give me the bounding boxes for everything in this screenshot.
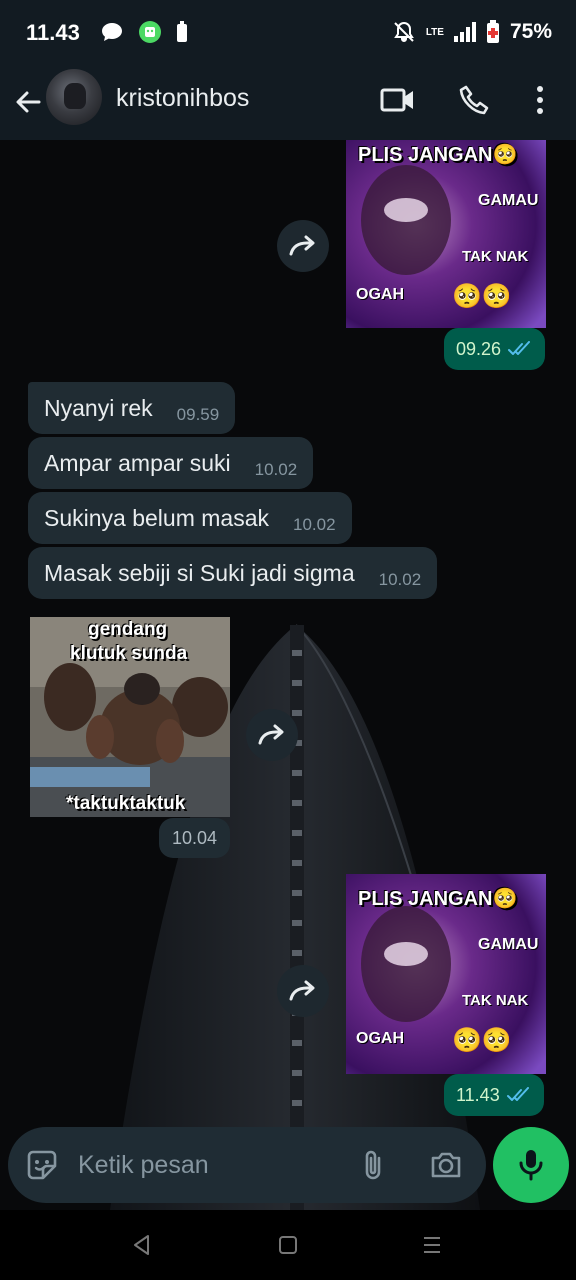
voice-call-icon xyxy=(459,85,489,115)
read-ticks-icon xyxy=(508,341,531,355)
nav-recents-icon xyxy=(424,1237,440,1253)
mute-bell-icon xyxy=(393,21,414,42)
message-time: 09.59 xyxy=(176,405,220,424)
meme-caption-bottom: *taktuktaktuk xyxy=(66,793,186,814)
chat-header: kristonihbos xyxy=(0,64,576,140)
contact-name[interactable]: kristonihbos xyxy=(116,84,249,113)
message-time-pill: 11.43 xyxy=(444,1074,544,1116)
meme-caption: TAK NAK xyxy=(462,992,529,1009)
message-time: 10.04 xyxy=(172,827,218,848)
meme-caption: OGAH xyxy=(356,286,404,303)
message-time-pill: 09.26 xyxy=(444,328,546,370)
incoming-message[interactable]: Sukinya belum masak 10.02 xyxy=(28,492,352,544)
message-time: 09.26 xyxy=(456,338,502,359)
battery-percent: 75% xyxy=(509,20,552,43)
message-time: 11.43 xyxy=(456,1084,500,1105)
chat-notification-icon xyxy=(102,23,122,41)
battery-icon xyxy=(486,20,499,43)
message-text: Sukinya belum masak xyxy=(44,504,269,531)
voice-call-button[interactable] xyxy=(454,80,494,120)
meme-caption-top: klutuk sunda xyxy=(70,643,188,664)
forward-icon xyxy=(289,235,315,256)
message-time: 10.02 xyxy=(254,460,298,479)
more-options-button[interactable] xyxy=(520,80,560,120)
incoming-message[interactable]: Masak sebiji si Suki jadi sigma 10.02 xyxy=(28,547,438,599)
forward-icon xyxy=(258,724,284,745)
message-text: Ampar ampar suki xyxy=(44,449,231,476)
incoming-message[interactable]: Nyanyi rek 09.59 xyxy=(28,382,236,434)
meme-caption: TAK NAK xyxy=(462,248,529,265)
read-ticks-icon xyxy=(506,1087,529,1101)
message-text: Nyanyi rek xyxy=(44,394,153,421)
meme-caption-top: PLIS JANGAN🥺 xyxy=(358,144,518,166)
system-navigation-bar xyxy=(0,1210,576,1280)
status-time: 11.43 xyxy=(26,20,80,45)
incoming-image-message[interactable]: gendang klutuk sunda *taktuktaktuk xyxy=(30,617,230,817)
outgoing-image-message[interactable]: PLIS JANGAN🥺 GAMAU TAK NAK OGAH 🥺🥺 xyxy=(346,140,546,328)
more-options-icon xyxy=(537,86,543,114)
nav-recents-button[interactable] xyxy=(412,1230,452,1260)
sticker-icon xyxy=(27,1150,57,1180)
battery-saver-icon xyxy=(177,21,187,42)
forward-button[interactable] xyxy=(277,220,329,272)
message-composer: Ketik pesan xyxy=(8,1127,486,1203)
message-text: Masak sebiji si Suki jadi sigma xyxy=(44,559,355,586)
attach-button[interactable] xyxy=(353,1145,393,1185)
back-button[interactable] xyxy=(10,82,46,122)
status-notification-icons xyxy=(100,20,188,44)
meme-emoji: 🥺🥺 xyxy=(452,1027,512,1054)
message-time-pill: 10.04 xyxy=(159,818,231,858)
sticker-button[interactable] xyxy=(22,1145,62,1185)
status-system-icons: LTE 75% xyxy=(392,20,552,44)
app-notification-icon xyxy=(139,21,161,43)
video-call-button[interactable] xyxy=(378,80,418,120)
camera-button[interactable] xyxy=(426,1145,466,1185)
video-call-icon xyxy=(380,88,413,112)
camera-icon xyxy=(431,1152,461,1178)
nav-back-icon xyxy=(134,1235,149,1255)
status-bar: 11.43 LTE 75% xyxy=(0,0,576,64)
message-input[interactable]: Ketik pesan xyxy=(78,1151,209,1180)
microphone-icon xyxy=(519,1150,543,1181)
forward-icon xyxy=(289,980,315,1001)
message-time: 10.02 xyxy=(293,515,336,534)
chat-area[interactable]: PLIS JANGAN🥺 GAMAU TAK NAK OGAH 🥺🥺 09.26… xyxy=(0,140,576,1210)
nav-home-button[interactable] xyxy=(268,1230,308,1260)
meme-emoji: 🥺🥺 xyxy=(452,283,512,310)
network-label: LTE xyxy=(425,26,444,38)
forward-button[interactable] xyxy=(277,965,329,1017)
meme-caption-top: gendang xyxy=(88,619,168,640)
meme-caption: OGAH xyxy=(356,1030,404,1047)
paperclip-icon xyxy=(365,1150,381,1180)
meme-caption-top: PLIS JANGAN🥺 xyxy=(358,888,518,910)
meme-caption: GAMAU xyxy=(478,192,539,209)
meme-caption: GAMAU xyxy=(478,936,539,953)
incoming-message[interactable]: Ampar ampar suki 10.02 xyxy=(28,437,314,489)
nav-back-button[interactable] xyxy=(122,1230,162,1260)
nav-home-icon xyxy=(279,1236,297,1254)
outgoing-image-message[interactable]: PLIS JANGAN🥺 GAMAU TAK NAK OGAH 🥺🥺 xyxy=(346,874,546,1074)
contact-avatar[interactable] xyxy=(46,69,102,125)
forward-button[interactable] xyxy=(246,709,298,761)
back-arrow-icon xyxy=(16,91,41,113)
voice-message-button[interactable] xyxy=(493,1127,569,1203)
message-time: 10.02 xyxy=(378,570,422,589)
signal-icon xyxy=(453,22,476,42)
